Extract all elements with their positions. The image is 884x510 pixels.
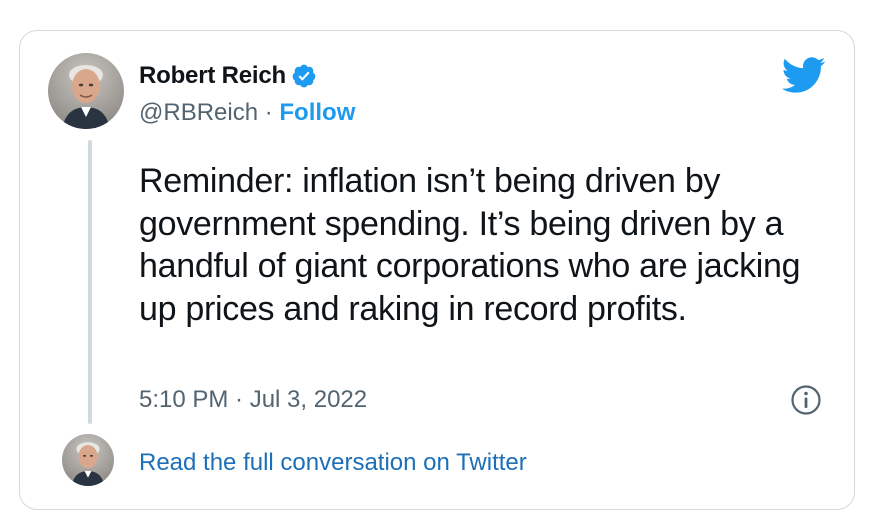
author-avatar[interactable] (48, 53, 124, 129)
follow-button[interactable]: Follow (279, 99, 355, 126)
tweet-text: Reminder: inflation isn’t being driven b… (139, 162, 801, 328)
verified-badge-icon (291, 63, 317, 89)
thread-line (88, 140, 92, 424)
tweet-timestamp[interactable]: 5:10 PM · Jul 3, 2022 (139, 386, 367, 414)
avatar-photo (48, 53, 124, 129)
author-handle[interactable]: @RBReich (139, 99, 258, 126)
twitter-bird-icon[interactable] (780, 55, 826, 95)
separator-dot: · (258, 99, 280, 126)
avatar-photo (62, 434, 114, 486)
author-name-row[interactable]: Robert Reich (139, 62, 317, 90)
read-full-conversation-link[interactable]: Read the full conversation on Twitter (139, 449, 527, 477)
info-icon[interactable] (790, 384, 822, 416)
author-name[interactable]: Robert Reich (139, 62, 286, 90)
handle-row: @RBReich · Follow (139, 99, 355, 127)
reply-avatar[interactable] (62, 434, 114, 486)
